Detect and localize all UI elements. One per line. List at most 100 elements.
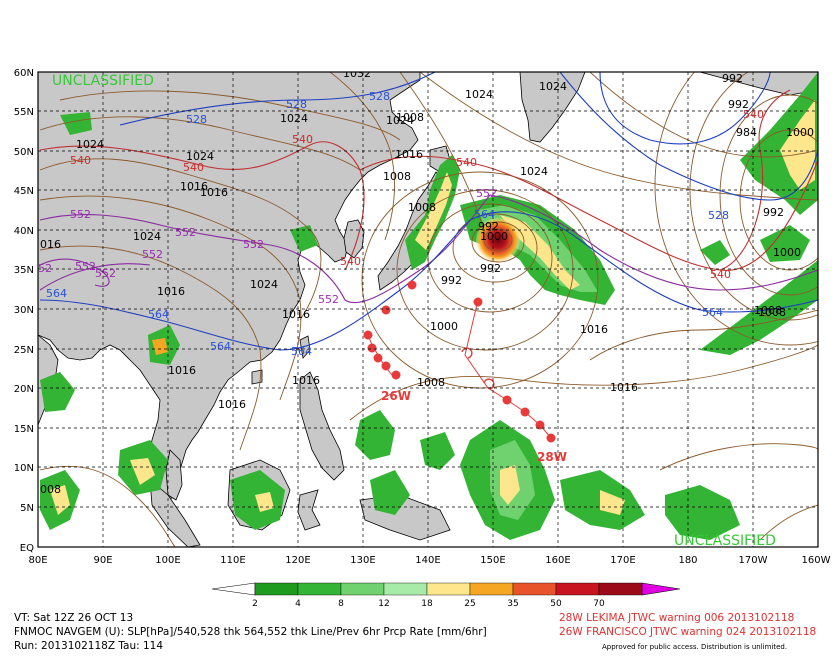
slp-label: 1008 [758,306,786,319]
slp-label: 1024 [76,138,104,151]
thk552-label: 552 [243,238,264,251]
thk-blue-label: 564 [702,306,723,319]
slp-label: 1016 [610,381,638,394]
model-description: FNMOC NAVGEM (U): SLP[hPa]/540,528 thk 5… [14,626,487,638]
lat-label: 45N [14,186,34,197]
slp-label: 1032 [343,67,371,80]
slp-label: 1016 [218,398,246,411]
thk-blue-label: 528 [186,113,207,126]
slp-label: 1016 [157,285,185,298]
slp-label: 1008 [417,376,445,389]
colorbar-segment [254,582,299,596]
thk552-label: 552 [318,293,339,306]
slp-label: 992 [722,72,743,85]
slp-label: 1024 [539,80,567,93]
colorbar-segment [555,582,600,596]
thk-blue-label: 564 [148,308,169,321]
slp-label: 1016 [168,364,196,377]
warning-28w: 28W LEKIMA JTWC warning 006 2013102118 [559,612,795,624]
slp-label: 992 [441,274,462,287]
thk540-label: 540 [456,156,477,169]
slp-label: 984 [736,126,757,139]
run-info: Run: 2013102118Z Tau: 114 [14,640,164,652]
slp-label: 1016 [282,308,310,321]
colorbar-segment [426,582,471,596]
thk-blue-label: 528 [369,90,390,103]
thk540-label: 540 [292,133,313,146]
slp-label: 992 [763,206,784,219]
lat-label: 15N [14,424,34,435]
colorbar-segment [297,582,342,596]
colorbar-tick-label: 2 [252,599,258,609]
lat-label: 20N [14,384,34,395]
thk552-label: 552 [95,267,116,280]
colorbar-tick-label: 8 [338,599,344,609]
colorbar-segment [512,582,557,596]
slp-label: 016 [40,238,61,251]
latitude-axis: 60N 55N 50N 45N 40N 35N 30N 25N 20N 15N … [14,68,34,554]
thk552-label: 552 [142,248,163,261]
colorbar-tick-label: 4 [295,599,301,609]
slp-label: 1016 [580,323,608,336]
thk-blue-label: 528 [708,209,729,222]
warning-26w: 26W FRANCISCO JTWC warning 024 201310211… [559,626,817,638]
storm-label-28w: 28W [537,450,567,464]
thk540-label: 540 [710,268,731,281]
slp-label: 008 [40,483,61,496]
thk552-label: 552 [476,187,497,200]
forecast-map: 1032 1024 1024 1024 1024 1024 1016 1016 … [14,67,831,609]
lon-label: 120E [285,555,310,566]
slp-label: 1024 [250,278,278,291]
slp-label: 1024 [386,114,414,127]
lat-label: 25N [14,345,34,356]
lon-label: 140E [415,555,440,566]
lat-label: 35N [14,265,34,276]
colorbar-segment [469,582,514,596]
lat-label: 55N [14,107,34,118]
thk-blue-label: 564 [474,208,495,221]
thk552-label: 552 [175,226,196,239]
slp-label: 1024 [465,88,493,101]
colorbar: 2 4 8 12 18 25 35 50 70 [211,582,681,609]
slp-label: 1008 [383,170,411,183]
slp-label: 1016 [292,374,320,387]
lon-label: 170E [610,555,635,566]
thk552-label: 52 [38,262,52,275]
lon-label: 110E [220,555,245,566]
approval-notice: Approved for public access. Distribution… [602,643,788,651]
lon-label: 160W [802,555,831,566]
thk540-label: 540 [183,161,204,174]
lat-label: 50N [14,147,34,158]
slp-label: 1000 [786,126,814,139]
slp-label: 1000 [480,230,508,243]
thk540-label: 540 [340,255,361,268]
classification-top: UNCLASSIFIED [52,73,154,89]
colorbar-over-arrow [641,582,681,596]
longitude-axis: 80E 90E 100E 110E 120E 130E 140E 150E 16… [28,555,830,566]
colorbar-under-arrow [211,582,256,596]
lon-label: 90E [93,555,112,566]
lon-label: 180 [678,555,697,566]
lat-label: 5N [20,503,34,514]
slp-label: 992 [480,262,501,275]
lon-label: 170W [739,555,768,566]
lat-label: EQ [20,543,34,554]
lon-label: 130E [350,555,375,566]
lat-label: 60N [14,68,34,79]
thk-blue-label: 564 [291,345,312,358]
slp-label: 1016 [200,186,228,199]
slp-label: 1000 [773,246,801,259]
slp-label: 1024 [280,112,308,125]
colorbar-tick-label: 12 [378,599,389,609]
thk-blue-label: 528 [286,98,307,111]
thk-blue-label: 564 [46,287,67,300]
lat-label: 10N [14,463,34,474]
colorbar-segment [340,582,385,596]
colorbar-tick-label: 35 [507,599,518,609]
colorbar-segment [383,582,428,596]
thk540-label: 540 [70,154,91,167]
slp-label: 1008 [408,201,436,214]
valid-time: VT: Sat 12Z 26 OCT 13 [14,612,134,624]
colorbar-tick-label: 18 [421,599,433,609]
lon-label: 100E [155,555,180,566]
